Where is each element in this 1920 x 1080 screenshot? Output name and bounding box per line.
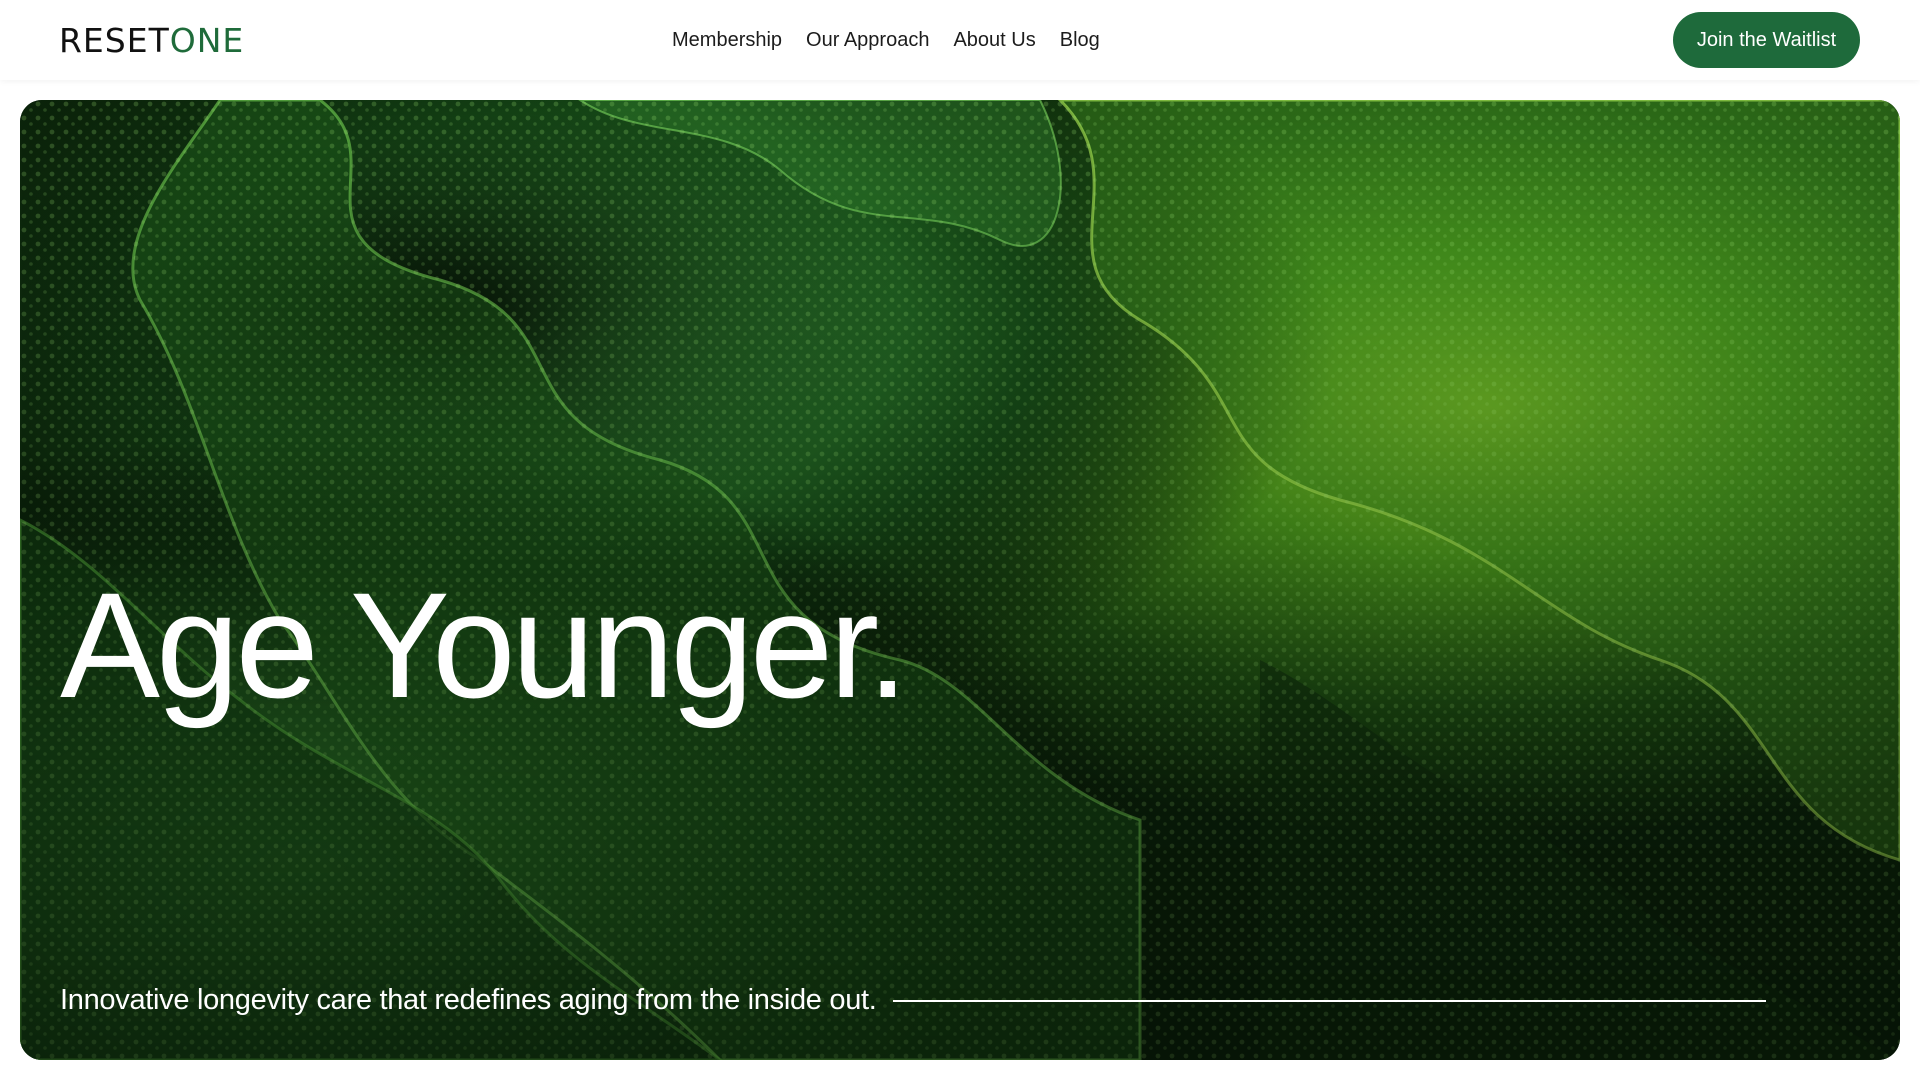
brand-logo[interactable]: RESET ONE <box>59 20 244 60</box>
logo-text-reset: RESET <box>59 20 170 60</box>
join-waitlist-button[interactable]: Join the Waitlist <box>1673 12 1860 68</box>
hero-tagline-row: Innovative longevity care that redefines… <box>60 980 1766 1020</box>
main-nav: Membership Our Approach About Us Blog <box>672 24 1100 56</box>
nav-link-about-us[interactable]: About Us <box>953 29 1035 52</box>
tagline-divider-line <box>892 1000 1766 1002</box>
nav-link-membership[interactable]: Membership <box>672 29 782 52</box>
nav-link-our-approach[interactable]: Our Approach <box>806 29 929 52</box>
hero-headline: Age Younger. <box>60 561 909 729</box>
hero-section: Age Younger. Innovative longevity care t… <box>20 100 1900 1060</box>
site-header: RESET ONE Membership Our Approach About U… <box>0 0 1920 80</box>
nav-link-blog[interactable]: Blog <box>1060 29 1100 52</box>
logo-text-one: ONE <box>169 20 245 60</box>
hero-tagline: Innovative longevity care that redefines… <box>60 983 877 1016</box>
